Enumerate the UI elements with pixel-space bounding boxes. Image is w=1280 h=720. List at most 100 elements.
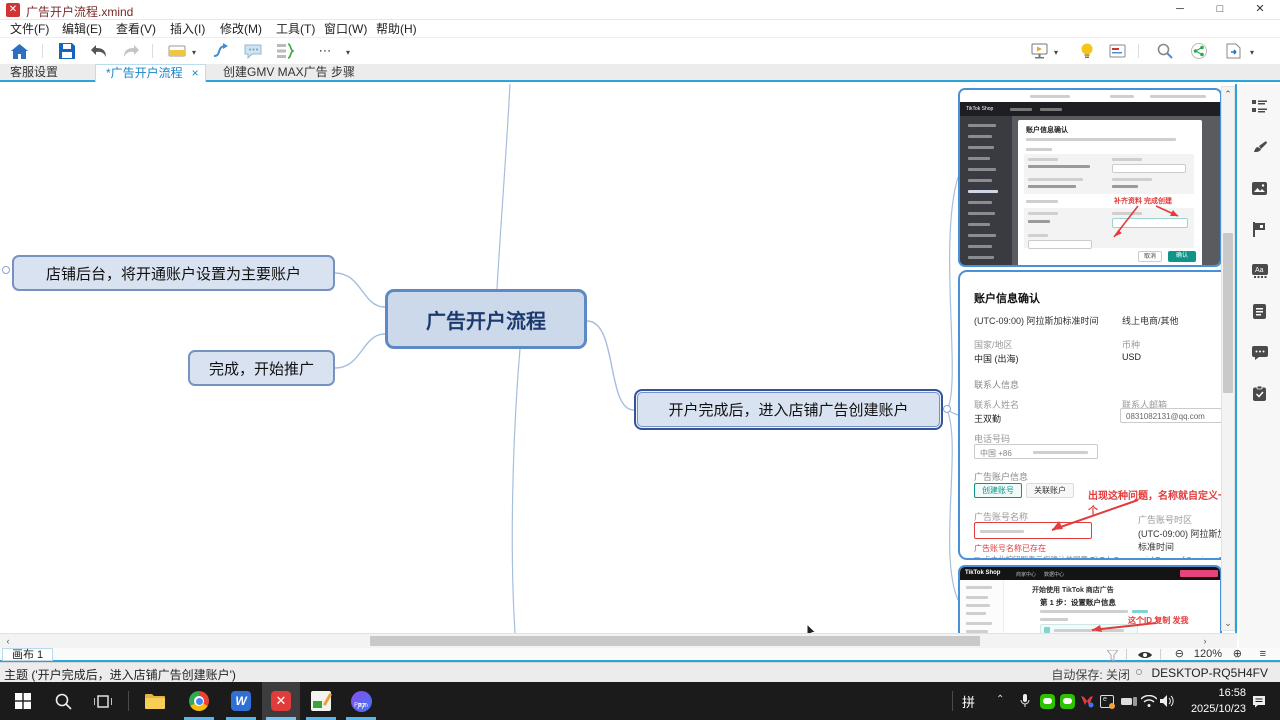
scroll-down-icon[interactable]: ⌄ <box>1222 616 1234 630</box>
format-brush-icon[interactable] <box>1251 139 1268 156</box>
image-node-account-confirm-page[interactable]: 账户信息确认 (UTC-09:00) 阿拉斯加标准时间 线上电商/其他 国家/地… <box>958 270 1232 560</box>
export-dropdown-icon[interactable]: ▾ <box>1250 48 1254 57</box>
menu-tools[interactable]: 工具(T) <box>270 21 321 37</box>
close-button[interactable]: ✕ <box>1240 0 1280 20</box>
antivirus-tray-icon[interactable] <box>1078 692 1096 710</box>
foun-app-icon[interactable]: 77Foun <box>342 682 380 720</box>
menu-view[interactable]: 查看(V) <box>110 21 162 37</box>
screenshot-tray-icon[interactable]: e <box>1098 692 1116 710</box>
device-tray-icon[interactable] <box>1120 692 1138 710</box>
home-icon[interactable] <box>8 41 30 61</box>
notification-center-icon[interactable] <box>1250 692 1268 710</box>
minimize-button[interactable]: ─ <box>1160 0 1200 20</box>
title-bar: ✕ 广告开户流程.xmind ─ □ ✕ <box>0 0 1280 20</box>
summary-icon[interactable] <box>274 41 296 61</box>
image-node-start-ads-page[interactable]: TikTok Shop 商家中心 数据中心 开始使用 TikTok 商店广告 第… <box>958 565 1222 633</box>
menu-insert[interactable]: 插入(I) <box>164 21 211 37</box>
topic-shop-backend[interactable]: 店铺后台，将开通账户设置为主要账户 <box>12 255 335 291</box>
volume-tray-icon[interactable] <box>1158 692 1176 710</box>
idea-bulb-icon[interactable] <box>1076 41 1098 61</box>
marker-flag-icon[interactable] <box>1251 221 1268 238</box>
toolbar-dropdown-icon[interactable]: ▾ <box>346 48 350 57</box>
sheet-layout-icon[interactable] <box>166 41 188 61</box>
maximize-button[interactable]: □ <box>1200 0 1240 20</box>
relationship-icon[interactable] <box>210 41 232 61</box>
wifi-tray-icon[interactable] <box>1140 692 1158 710</box>
topic-after-open-selected[interactable]: 开户完成后，进入店铺广告创建账户 <box>634 389 943 430</box>
image-node-account-confirm-modal[interactable]: TikTok Shop 账户信息确认 <box>958 88 1222 267</box>
xmind-taskbar-icon[interactable]: ✕ <box>262 682 300 720</box>
presentation-icon[interactable] <box>1028 41 1050 61</box>
terms-line: 点击此按钮即表示您确认并同意 TikTok Commercial Terms o… <box>974 554 1224 560</box>
central-topic[interactable]: 广告开户流程 <box>385 289 587 349</box>
zoom-out-icon[interactable]: ⊖ <box>1175 648 1184 661</box>
windows-taskbar: W ✕ 77Foun 拼 ⌃ <box>0 682 1280 720</box>
comment-icon[interactable] <box>1251 344 1268 361</box>
undo-icon[interactable] <box>88 41 110 61</box>
tab-close-icon[interactable]: × <box>192 65 199 81</box>
zoom-level: 120% <box>1194 648 1222 661</box>
topic-finish-promote[interactable]: 完成，开始推广 <box>188 350 335 386</box>
share-icon[interactable] <box>1188 41 1210 61</box>
search-icon[interactable] <box>1154 41 1176 61</box>
confirm-modal: 账户信息确认 补齐资料 完成创建 <box>1018 120 1202 266</box>
expand-handle[interactable] <box>943 405 951 413</box>
more-tools-icon[interactable]: ⋯ <box>314 41 336 61</box>
sticker-icon[interactable]: Aa <box>1251 262 1268 279</box>
sheet-tab-canvas1[interactable]: 画布 1 <box>2 648 53 661</box>
paint-app-icon[interactable] <box>302 682 340 720</box>
tray-expand-icon[interactable]: ⌃ <box>996 694 1004 705</box>
wechat-tray-icon[interactable] <box>1038 692 1056 710</box>
terms-links[interactable]: TikTok Commercial Terms of Service、TikTo… <box>1090 555 1224 560</box>
mindmap-canvas[interactable]: 店铺后台，将开通账户设置为主要账户 完成，开始推广 广告开户流程 开户完成后，进… <box>0 84 1237 633</box>
menu-window[interactable]: 窗口(W) <box>318 21 373 37</box>
save-icon[interactable] <box>56 41 78 61</box>
outline-icon[interactable] <box>1251 98 1268 115</box>
tab-gmv-max[interactable]: 创建GMV MAX广告 步骤 <box>213 64 365 80</box>
wps-app-icon[interactable]: W <box>222 682 260 720</box>
sheet-layout-dropdown-icon[interactable]: ▾ <box>192 48 196 57</box>
taskbar-search-icon[interactable] <box>44 682 82 720</box>
menu-file[interactable]: 文件(F) <box>4 21 55 37</box>
sheet-bar: 画布 1 | | ⊖ 120% ⊕ ≡ <box>0 648 1280 662</box>
callout-icon[interactable] <box>242 41 264 61</box>
tab-guanggao-kaihu-active[interactable]: *广告开户流程 × <box>95 64 206 82</box>
export-icon[interactable] <box>1222 41 1244 61</box>
file-explorer-icon[interactable] <box>136 682 174 720</box>
tab-kefu-shezhi[interactable]: 客服设置 <box>0 64 68 80</box>
redo-icon[interactable] <box>120 41 142 61</box>
scroll-left-icon[interactable]: ‹ <box>2 634 14 648</box>
cancel-button[interactable]: 取消 <box>1138 251 1162 262</box>
horizontal-scroll-thumb[interactable] <box>370 636 980 646</box>
presentation-dropdown-icon[interactable]: ▾ <box>1054 48 1058 57</box>
start-button[interactable] <box>4 682 42 720</box>
menu-help[interactable]: 帮助(H) <box>370 21 423 37</box>
clock[interactable]: 16:58 2025/10/23 <box>1178 685 1246 717</box>
zoom-in-icon[interactable]: ⊕ <box>1233 648 1242 661</box>
filter-icon[interactable] <box>1107 648 1118 661</box>
collapse-handle[interactable] <box>2 266 10 274</box>
scroll-right-icon[interactable]: › <box>1199 634 1211 648</box>
vertical-scrollbar[interactable]: ⌃ ⌄ <box>1221 86 1235 631</box>
horizontal-scrollbar[interactable]: ‹ › <box>0 633 1237 648</box>
wecom-tray-icon[interactable] <box>1058 692 1076 710</box>
image-icon[interactable] <box>1251 180 1268 197</box>
scroll-up-icon[interactable]: ⌃ <box>1222 87 1234 101</box>
ime-indicator[interactable]: 拼 <box>962 692 975 711</box>
confirm-button[interactable]: 确认 <box>1168 251 1196 262</box>
menu-edit[interactable]: 编辑(E) <box>56 21 108 37</box>
chrome-icon[interactable] <box>180 682 218 720</box>
terms-checkbox[interactable] <box>974 557 980 560</box>
format-panel-icon[interactable] <box>1106 41 1128 61</box>
desktop: ✕ 广告开户流程.xmind ─ □ ✕ 文件(F) 编辑(E) 查看(V) 插… <box>0 0 1280 720</box>
autosave-status[interactable]: 自动保存: 关闭 <box>1051 666 1130 683</box>
task-view-icon[interactable] <box>84 682 122 720</box>
menu-modify[interactable]: 修改(M) <box>214 21 268 37</box>
xmind-app-icon: ✕ <box>6 3 20 17</box>
fit-map-icon[interactable]: ≡ <box>1260 648 1266 661</box>
task-icon[interactable] <box>1251 385 1268 402</box>
preview-eye-icon[interactable] <box>1138 648 1152 661</box>
notes-icon[interactable] <box>1251 303 1268 320</box>
vertical-scroll-thumb[interactable] <box>1223 233 1233 393</box>
microphone-tray-icon[interactable] <box>1016 692 1034 710</box>
